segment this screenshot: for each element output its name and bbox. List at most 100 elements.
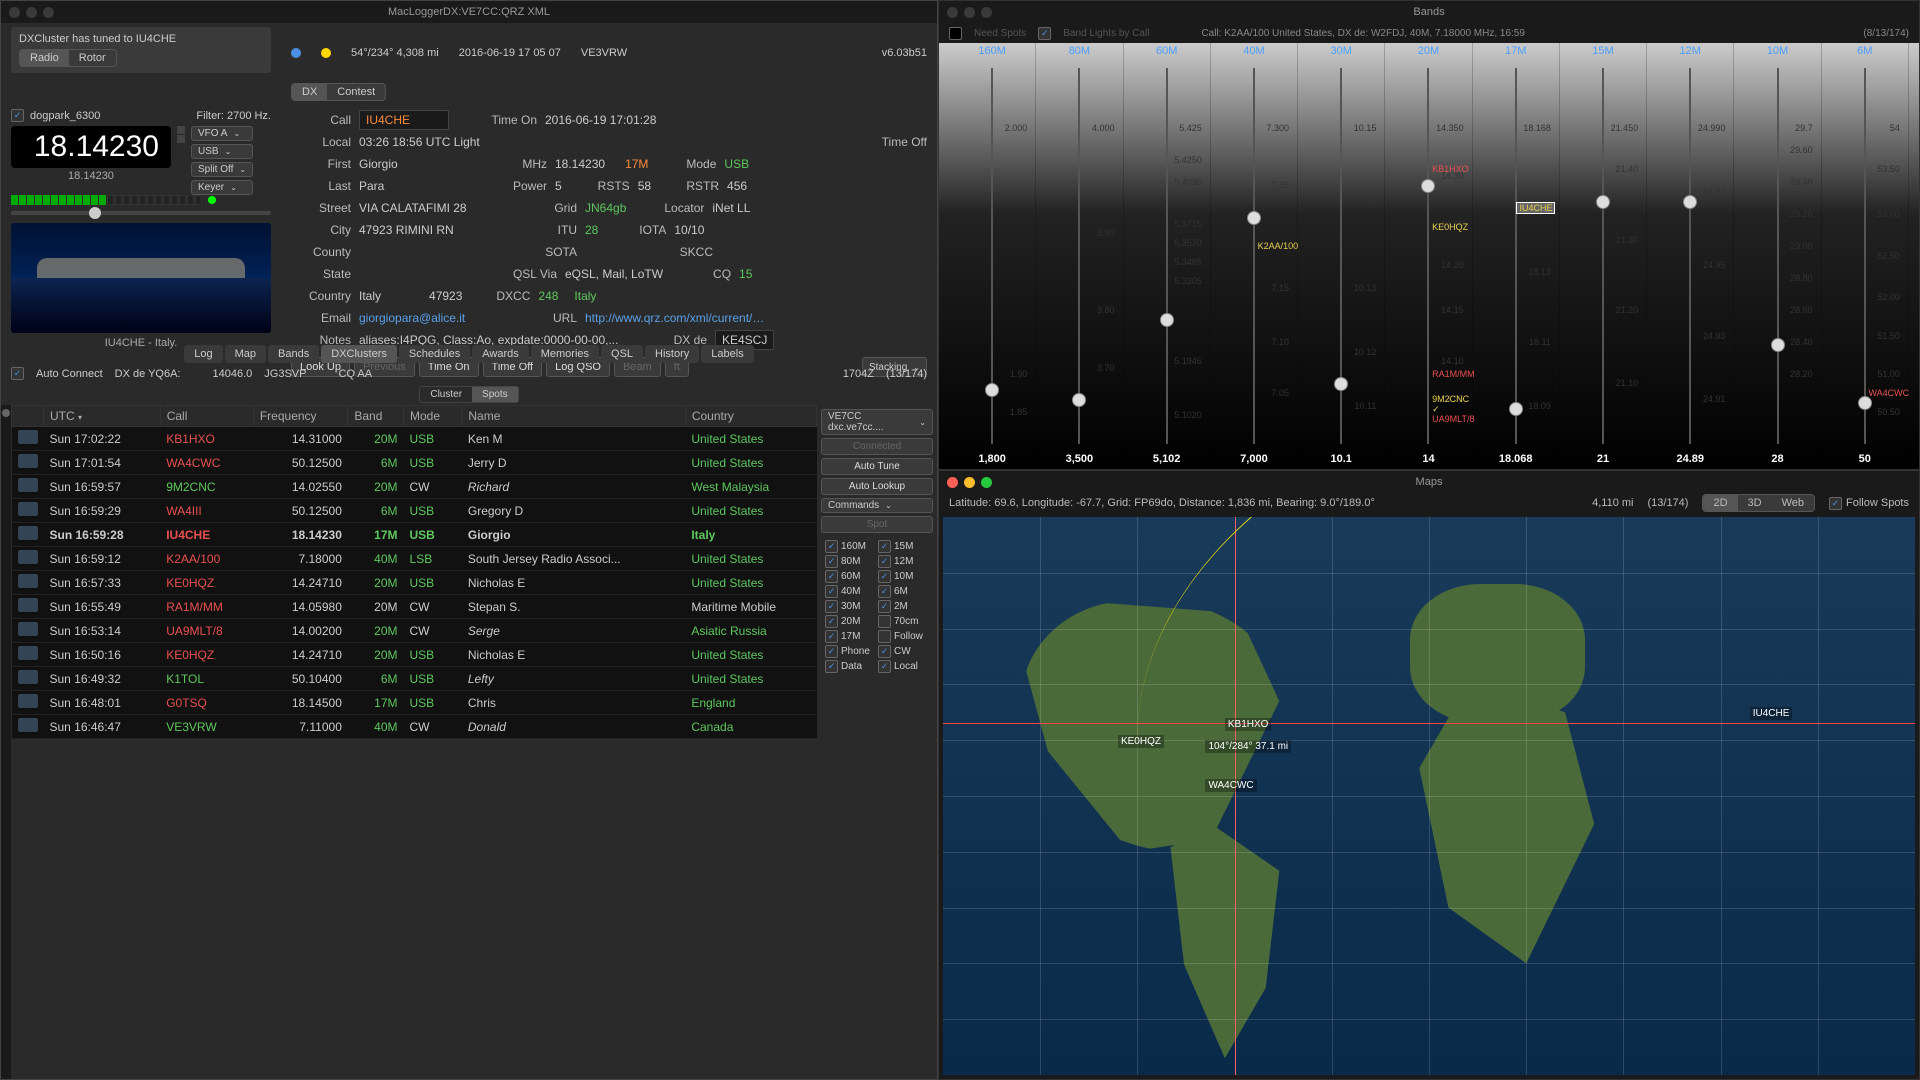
- map-label[interactable]: IU4CHE: [1750, 707, 1793, 720]
- minimize-icon[interactable]: [964, 7, 975, 18]
- band-slider[interactable]: 15M2121.45021.4021.3021.2021.10: [1560, 43, 1647, 469]
- radio-rotor-segment[interactable]: Radio Rotor: [19, 49, 117, 67]
- col-header[interactable]: Mode: [404, 406, 462, 427]
- autoconnect-checkbox[interactable]: ✓: [11, 367, 24, 380]
- band-slider[interactable]: 6M505453.5053.0052.5052.0051.5051.0050.5…: [1822, 43, 1909, 469]
- band-slider[interactable]: 80M3,5004.0003.903.803.70: [1036, 43, 1123, 469]
- band-spot[interactable]: IU4CHE: [1517, 203, 1554, 213]
- tab-awards[interactable]: Awards: [472, 345, 528, 363]
- minimize-icon[interactable]: [964, 477, 975, 488]
- band-spot[interactable]: KB1HXO: [1430, 164, 1471, 174]
- col-header[interactable]: Call: [160, 406, 253, 427]
- connected-button[interactable]: Connected: [821, 438, 933, 455]
- map-view-option[interactable]: 2D: [1703, 495, 1737, 511]
- band-spot[interactable]: 9M2CNC ✓: [1430, 394, 1471, 415]
- map-label[interactable]: 104°/284° 37.1 mi: [1205, 740, 1291, 753]
- map-view[interactable]: KE0HQZ KB1HXO 104°/284° 37.1 mi WA4CWC IU4CH…: [943, 517, 1915, 1075]
- table-row[interactable]: Sun 16:55:49RA1M/MM14.0598020MCWStepan S…: [12, 595, 817, 619]
- tab-history[interactable]: History: [645, 345, 699, 363]
- step-down-icon[interactable]: [177, 135, 185, 143]
- band-filter-checkbox[interactable]: ✓40M: [825, 585, 876, 598]
- band-spot[interactable]: K2AA/100: [1256, 241, 1301, 251]
- band-filter-checkbox[interactable]: ✓15M: [878, 540, 929, 553]
- minimize-icon[interactable]: [26, 7, 37, 18]
- table-row[interactable]: Sun 16:57:33KE0HQZ14.2471020MUSBNicholas…: [12, 571, 817, 595]
- tab-map[interactable]: Map: [225, 345, 266, 363]
- table-row[interactable]: Sun 17:01:54WA4CWC50.125006MUSBJerry DUn…: [12, 451, 817, 475]
- band-slider[interactable]: 160M1,8002.0001.901.85: [949, 43, 1036, 469]
- tab-labels[interactable]: Labels: [701, 345, 753, 363]
- dx-contest-segment[interactable]: DX Contest: [291, 83, 386, 101]
- main-tabs[interactable]: LogMapBandsDXClustersSchedulesAwardsMemo…: [1, 345, 937, 363]
- tab-dxclusters[interactable]: DXClusters: [321, 345, 397, 363]
- close-icon[interactable]: [947, 477, 958, 488]
- col-header[interactable]: Name: [462, 406, 685, 427]
- band-slider[interactable]: 10M2829.729.6029.4029.2029.0028.8028.602…: [1734, 43, 1821, 469]
- col-header[interactable]: UTC ▾: [44, 406, 161, 427]
- band-filter-checkbox[interactable]: 70cm: [878, 615, 929, 628]
- checkbox[interactable]: ✓: [1038, 27, 1051, 40]
- band-filter-checkbox[interactable]: ✓10M: [878, 570, 929, 583]
- band-slider[interactable]: 17M18.06818.16818.1518.1318.1118.09IU4CH…: [1473, 43, 1560, 469]
- band-spot[interactable]: RA1M/MM: [1430, 369, 1477, 379]
- cluster-checkbox[interactable]: ✓: [11, 109, 24, 122]
- map-label[interactable]: KB1HXO: [1225, 718, 1272, 731]
- band-filter-checkbox[interactable]: ✓Data: [825, 660, 876, 673]
- auto-lookup-button[interactable]: Auto Lookup: [821, 478, 933, 495]
- tab-schedules[interactable]: Schedules: [399, 345, 470, 363]
- band-filter-checkbox[interactable]: ✓2M: [878, 600, 929, 613]
- band-filter-checkbox[interactable]: ✓20M: [825, 615, 876, 628]
- band-filter-checkbox[interactable]: ✓Phone: [825, 645, 876, 658]
- band-filter-checkbox[interactable]: ✓160M: [825, 540, 876, 553]
- map-view-option[interactable]: Web: [1772, 495, 1814, 511]
- close-icon[interactable]: [9, 7, 20, 18]
- step-up-icon[interactable]: [177, 126, 185, 134]
- band-slider[interactable]: 20M1414.35014.3014.2514.2014.1514.1014.0…: [1385, 43, 1472, 469]
- checkbox[interactable]: [949, 27, 962, 40]
- band-spot[interactable]: WA4CWC: [1867, 388, 1912, 398]
- table-row[interactable]: Sun 16:59:12K2AA/1007.1800040MLSBSouth J…: [12, 547, 817, 571]
- tab-bands[interactable]: Bands: [268, 345, 319, 363]
- table-row[interactable]: Sun 16:59:28IU4CHE18.1423017MUSBGiorgioI…: [12, 523, 817, 547]
- map-label[interactable]: KE0HQZ: [1118, 735, 1164, 748]
- mode-select[interactable]: USB: [191, 144, 253, 159]
- vfo-select[interactable]: VFO A: [191, 126, 253, 141]
- call-field[interactable]: IU4CHE: [359, 110, 449, 130]
- cluster-select[interactable]: VE7CC dxc.ve7cc....: [821, 409, 933, 435]
- col-header[interactable]: Frequency: [253, 406, 348, 427]
- table-row[interactable]: Sun 16:50:16KE0HQZ14.2471020MUSBNicholas…: [12, 643, 817, 667]
- table-row[interactable]: Sun 17:02:22KB1HXO14.3100020MUSBKen MUni…: [12, 427, 817, 451]
- band-spot[interactable]: UA9MLT/8: [1430, 414, 1476, 424]
- band-filter-checkbox[interactable]: ✓17M: [825, 630, 876, 643]
- band-filter-checkbox[interactable]: ✓6M: [878, 585, 929, 598]
- col-header[interactable]: Band: [348, 406, 404, 427]
- band-filter-checkbox[interactable]: ✓60M: [825, 570, 876, 583]
- auto-tune-button[interactable]: Auto Tune: [821, 458, 933, 475]
- slider[interactable]: [11, 211, 271, 215]
- zoom-icon[interactable]: [43, 7, 54, 18]
- tab-qsl[interactable]: QSL: [601, 345, 643, 363]
- table-row[interactable]: Sun 16:59:579M2CNC14.0255020MCWRichardWe…: [12, 475, 817, 499]
- map-label[interactable]: WA4CWC: [1205, 779, 1256, 792]
- band-filter-checkbox[interactable]: ✓CW: [878, 645, 929, 658]
- close-icon[interactable]: [947, 7, 958, 18]
- band-filter-checkbox[interactable]: ✓80M: [825, 555, 876, 568]
- band-slider[interactable]: 30M10.110.1510.1410.1310.1210.11: [1298, 43, 1385, 469]
- table-row[interactable]: Sun 16:48:01G0TSQ18.1450017MUSBChrisEngl…: [12, 691, 817, 715]
- split-select[interactable]: Split Off: [191, 162, 253, 177]
- table-row[interactable]: Sun 16:49:32K1TOL50.104006MUSBLeftyUnite…: [12, 667, 817, 691]
- band-filter-checkbox[interactable]: Follow: [878, 630, 929, 643]
- tab-log[interactable]: Log: [184, 345, 222, 363]
- tab-memories[interactable]: Memories: [531, 345, 599, 363]
- band-spot[interactable]: KE0HQZ: [1430, 222, 1470, 232]
- band-filter-checkbox[interactable]: ✓30M: [825, 600, 876, 613]
- table-row[interactable]: Sun 16:59:29WA4III50.125006MUSBGregory D…: [12, 499, 817, 523]
- band-slider[interactable]: 60M5,1025.4255.42505.40355.37155.35705.3…: [1124, 43, 1211, 469]
- map-view-option[interactable]: 3D: [1738, 495, 1772, 511]
- commands-select[interactable]: Commands: [821, 498, 933, 513]
- zoom-icon[interactable]: [981, 477, 992, 488]
- spot-button[interactable]: Spot: [821, 516, 933, 533]
- frequency-input[interactable]: 18.14230: [11, 126, 171, 168]
- zoom-icon[interactable]: [981, 7, 992, 18]
- follow-spots-checkbox[interactable]: ✓: [1829, 497, 1842, 510]
